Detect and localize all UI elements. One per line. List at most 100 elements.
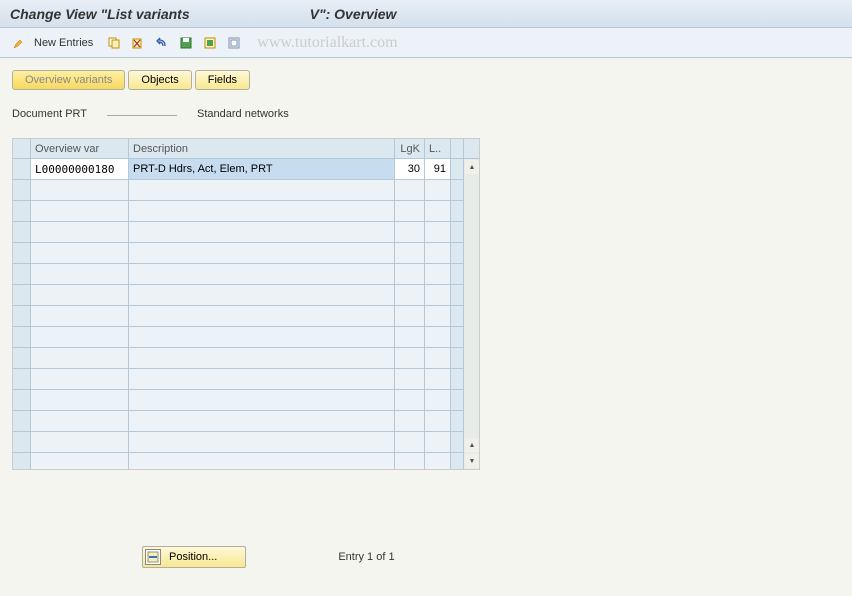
undo-icon[interactable]: [153, 34, 171, 52]
cell-description[interactable]: [129, 222, 395, 242]
cell-lgk[interactable]: [395, 453, 425, 469]
row-selector[interactable]: [13, 159, 31, 179]
cell-overview-var[interactable]: L00000000180: [31, 159, 129, 179]
select-all-icon[interactable]: [201, 34, 219, 52]
cell-lgk[interactable]: [395, 327, 425, 347]
cell-lgk[interactable]: [395, 306, 425, 326]
cell-lgk[interactable]: [395, 369, 425, 389]
row-selector[interactable]: [13, 180, 31, 200]
cell-overview-var[interactable]: [31, 453, 129, 469]
cell-description[interactable]: [129, 285, 395, 305]
row-selector[interactable]: [13, 306, 31, 326]
cell-l[interactable]: 91: [425, 159, 451, 179]
table-row[interactable]: [13, 348, 463, 369]
cell-lgk[interactable]: [395, 264, 425, 284]
delete-icon[interactable]: [129, 34, 147, 52]
cell-lgk[interactable]: [395, 180, 425, 200]
cell-lgk[interactable]: [395, 390, 425, 410]
cell-overview-var[interactable]: [31, 180, 129, 200]
cell-description[interactable]: [129, 243, 395, 263]
cell-l[interactable]: [425, 222, 451, 242]
cell-lgk[interactable]: [395, 432, 425, 452]
table-row[interactable]: [13, 222, 463, 243]
table-row[interactable]: [13, 243, 463, 264]
row-selector[interactable]: [13, 264, 31, 284]
table-row[interactable]: [13, 285, 463, 306]
cell-l[interactable]: [425, 432, 451, 452]
table-row[interactable]: [13, 264, 463, 285]
cell-overview-var[interactable]: [31, 306, 129, 326]
cell-description[interactable]: [129, 180, 395, 200]
cell-description[interactable]: [129, 327, 395, 347]
col-lgk[interactable]: LgK: [395, 139, 425, 158]
row-selector[interactable]: [13, 411, 31, 431]
save-icon[interactable]: [177, 34, 195, 52]
table-row[interactable]: [13, 432, 463, 453]
table-row[interactable]: [13, 453, 463, 469]
cell-overview-var[interactable]: [31, 222, 129, 242]
cell-overview-var[interactable]: [31, 348, 129, 368]
cell-l[interactable]: [425, 453, 451, 469]
cell-l[interactable]: [425, 348, 451, 368]
row-selector[interactable]: [13, 453, 31, 469]
tab-fields[interactable]: Fields: [195, 70, 250, 90]
new-entries-button[interactable]: New Entries: [34, 37, 93, 49]
cell-l[interactable]: [425, 243, 451, 263]
cell-lgk[interactable]: [395, 243, 425, 263]
row-selector[interactable]: [13, 243, 31, 263]
table-row[interactable]: [13, 306, 463, 327]
cell-lgk[interactable]: 30: [395, 159, 425, 179]
cell-description[interactable]: PRT-D Hdrs, Act, Elem, PRT: [129, 159, 395, 179]
row-selector[interactable]: [13, 369, 31, 389]
cell-overview-var[interactable]: [31, 432, 129, 452]
cell-l[interactable]: [425, 306, 451, 326]
scroll-down2-icon[interactable]: ▼: [465, 454, 479, 468]
row-selector[interactable]: [13, 285, 31, 305]
table-row[interactable]: [13, 369, 463, 390]
cell-lgk[interactable]: [395, 411, 425, 431]
cell-overview-var[interactable]: [31, 390, 129, 410]
cell-l[interactable]: [425, 285, 451, 305]
vertical-scrollbar[interactable]: ▲ ▲ ▼: [463, 139, 479, 469]
cell-overview-var[interactable]: [31, 327, 129, 347]
cell-l[interactable]: [425, 390, 451, 410]
cell-l[interactable]: [425, 327, 451, 347]
table-row[interactable]: [13, 390, 463, 411]
scroll-down-icon[interactable]: ▲: [465, 438, 479, 452]
scroll-up-icon[interactable]: ▲: [465, 160, 479, 174]
cell-overview-var[interactable]: [31, 264, 129, 284]
row-selector[interactable]: [13, 327, 31, 347]
cell-lgk[interactable]: [395, 222, 425, 242]
table-row[interactable]: [13, 411, 463, 432]
cell-description[interactable]: [129, 411, 395, 431]
col-overview-var[interactable]: Overview var: [31, 139, 129, 158]
cell-overview-var[interactable]: [31, 369, 129, 389]
cell-overview-var[interactable]: [31, 411, 129, 431]
cell-description[interactable]: [129, 348, 395, 368]
tab-objects[interactable]: Objects: [128, 70, 191, 90]
row-selector[interactable]: [13, 201, 31, 221]
cell-l[interactable]: [425, 411, 451, 431]
cell-description[interactable]: [129, 453, 395, 469]
cell-description[interactable]: [129, 369, 395, 389]
copy-icon[interactable]: [105, 34, 123, 52]
row-selector[interactable]: [13, 432, 31, 452]
cell-l[interactable]: [425, 201, 451, 221]
position-button[interactable]: Position...: [142, 546, 246, 568]
cell-lgk[interactable]: [395, 201, 425, 221]
change-icon[interactable]: [10, 34, 28, 52]
col-description[interactable]: Description: [129, 139, 395, 158]
cell-l[interactable]: [425, 264, 451, 284]
cell-overview-var[interactable]: [31, 285, 129, 305]
table-row[interactable]: [13, 327, 463, 348]
cell-description[interactable]: [129, 306, 395, 326]
row-selector[interactable]: [13, 390, 31, 410]
table-row[interactable]: [13, 180, 463, 201]
cell-description[interactable]: [129, 390, 395, 410]
select-all-header[interactable]: [13, 139, 31, 158]
cell-l[interactable]: [425, 369, 451, 389]
cell-overview-var[interactable]: [31, 201, 129, 221]
cell-lgk[interactable]: [395, 285, 425, 305]
table-row[interactable]: L00000000180PRT-D Hdrs, Act, Elem, PRT30…: [13, 159, 463, 180]
col-l[interactable]: L..: [425, 139, 451, 158]
